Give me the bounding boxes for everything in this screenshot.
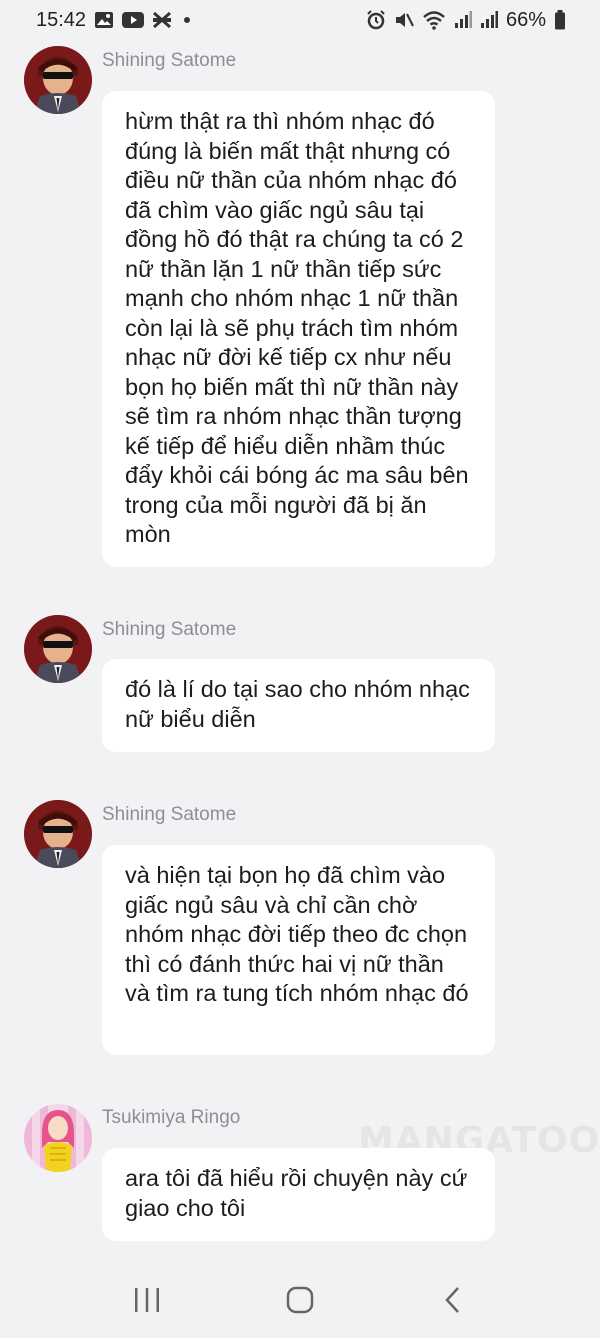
signal-icon (480, 11, 498, 29)
battery-percent: 66% (505, 8, 546, 31)
back-icon (445, 1287, 460, 1313)
avatar-ringo[interactable] (24, 1104, 92, 1172)
sender-name: Shining Satome (102, 619, 237, 640)
home-button[interactable] (270, 1270, 330, 1330)
status-time: 15:42 (36, 8, 87, 31)
message-bubble[interactable]: và hiện tại bọn họ đã chìm vào giấc ngủ … (102, 845, 495, 1055)
status-left: 15:42 (36, 8, 191, 32)
signal-icon (454, 11, 472, 29)
message-bubble[interactable]: hừm thật ra thì nhóm nhạc đó đúng là biế… (102, 91, 495, 567)
battery-icon (554, 10, 566, 30)
status-bar: 15:42 66% (0, 0, 600, 40)
sender-name: Shining Satome (102, 50, 237, 71)
avatar-satome[interactable] (24, 46, 92, 114)
avatar-satome[interactable] (24, 800, 92, 868)
notification-dot-icon (184, 17, 191, 23)
message-bubble[interactable]: đó là lí do tại sao cho nhóm nhạc nữ biể… (102, 659, 495, 752)
alarm-icon (366, 10, 386, 30)
back-button[interactable] (423, 1270, 483, 1330)
youtube-icon (122, 12, 145, 28)
status-right: 66% (366, 9, 566, 32)
gallery-icon (94, 11, 114, 29)
recents-button[interactable] (117, 1270, 177, 1330)
avatar-satome[interactable] (24, 615, 92, 683)
cut-icon (152, 11, 172, 29)
sender-name: Shining Satome (102, 804, 237, 825)
mute-icon (394, 10, 414, 30)
wifi-icon (422, 10, 446, 30)
navigation-bar (0, 1262, 600, 1338)
home-icon (286, 1286, 314, 1314)
sender-name: Tsukimiya Ringo (102, 1107, 241, 1128)
recents-icon (134, 1288, 159, 1312)
message-bubble[interactable]: ara tôi đã hiểu rồi chuyện này cứ giao c… (102, 1148, 495, 1241)
